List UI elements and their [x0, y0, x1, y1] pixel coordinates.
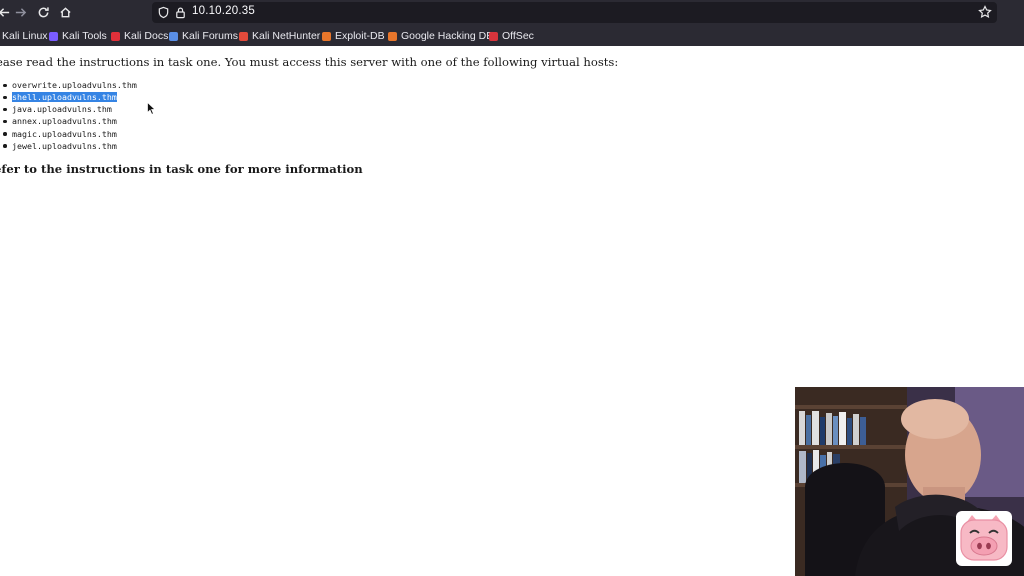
bookmarks-toolbar: Kali Linux Kali Tools Kali Docs Kali Forums… — [0, 26, 1024, 47]
virtual-host-text[interactable]: shell.uploadvulns.thm — [12, 92, 117, 103]
bookmark-star-icon[interactable] — [978, 5, 992, 19]
forward-button[interactable] — [12, 5, 28, 21]
bookmark-favicon-icon — [111, 31, 120, 41]
url-bar[interactable]: 10.10.20.35 — [152, 2, 997, 23]
list-item: overwrite.uploadvulns.thm — [0, 79, 137, 91]
virtual-host-text[interactable]: annex.uploadvulns.thm — [12, 116, 117, 126]
intro-text: ease read the instructions in task one. … — [0, 55, 619, 69]
forward-arrow-icon — [15, 8, 26, 17]
list-item: shell.uploadvulns.thm — [0, 91, 137, 103]
lock-icon[interactable] — [174, 6, 187, 19]
virtual-hosts-list: overwrite.uploadvulns.thm shell.uploadvul… — [0, 79, 137, 152]
virtual-host-text[interactable]: overwrite.uploadvulns.thm — [12, 80, 137, 90]
back-button[interactable] — [0, 5, 12, 21]
mouse-cursor-icon — [147, 102, 156, 115]
url-text[interactable]: 10.10.20.35 — [192, 5, 255, 17]
bookmark-kali-tools[interactable]: Kali Tools — [49, 29, 107, 43]
bookmark-google-hacking-db[interactable]: Google Hacking DB — [388, 29, 493, 43]
bookmark-kali-docs[interactable]: Kali Docs — [111, 29, 168, 43]
bookmark-favicon-icon — [322, 31, 331, 41]
bookmark-label: Exploit-DB — [335, 30, 385, 42]
reload-icon — [38, 7, 49, 18]
instructions-note: efer to the instructions in task one for… — [0, 162, 363, 176]
bookmark-label: Kali Tools — [62, 30, 107, 42]
back-arrow-icon — [0, 8, 9, 17]
bookmark-kali-nethunter[interactable]: Kali NetHunter — [239, 29, 320, 43]
home-icon — [59, 7, 71, 18]
browser-toolbar: 10.10.20.35 — [0, 0, 1024, 26]
bookmark-exploit-db[interactable]: Exploit-DB — [322, 29, 385, 43]
bookmark-favicon-icon — [489, 31, 498, 41]
bookmark-label: Kali Docs — [124, 30, 169, 42]
home-button[interactable] — [57, 5, 73, 21]
bookmark-label: Kali NetHunter — [252, 30, 321, 42]
bookmark-favicon-icon — [169, 31, 178, 41]
list-item: annex.uploadvulns.thm — [0, 115, 137, 127]
bookmark-label: Google Hacking DB — [401, 30, 494, 42]
bookmark-favicon-icon — [49, 31, 58, 41]
list-item: magic.uploadvulns.thm — [0, 128, 137, 140]
pig-logo-icon — [956, 511, 1012, 566]
virtual-host-text[interactable]: java.uploadvulns.thm — [12, 104, 112, 114]
list-item: jewel.uploadvulns.thm — [0, 140, 137, 152]
bookmark-kali-forums[interactable]: Kali Forums — [169, 29, 238, 43]
bookmark-favicon-icon — [388, 31, 397, 41]
bookmark-label: Kali Linux — [2, 30, 48, 42]
bookmark-favicon-icon — [239, 31, 248, 41]
bookmark-label: OffSec — [502, 30, 534, 42]
bookmark-kali-linux[interactable]: Kali Linux — [2, 29, 48, 43]
bookmark-offsec[interactable]: OffSec — [489, 29, 534, 43]
bookmark-label: Kali Forums — [182, 30, 239, 42]
virtual-host-text[interactable]: jewel.uploadvulns.thm — [12, 141, 117, 151]
reload-button[interactable] — [35, 5, 51, 21]
shield-icon[interactable] — [157, 6, 170, 19]
virtual-host-text[interactable]: magic.uploadvulns.thm — [12, 129, 117, 139]
list-item: java.uploadvulns.thm — [0, 103, 137, 115]
